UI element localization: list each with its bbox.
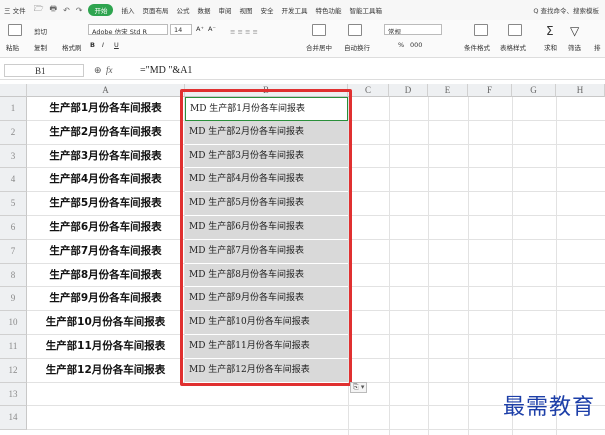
align-icons[interactable]: ≡ ≡ ≡ ≡ (230, 28, 258, 36)
wrap-text-icon[interactable] (348, 24, 362, 36)
row-header-5[interactable]: 5 (0, 192, 27, 216)
column-header-h[interactable]: H (556, 84, 605, 97)
tab-review[interactable]: 审阅 (218, 5, 231, 15)
font-grow-button[interactable]: A⁺ (196, 25, 204, 33)
italic-button[interactable]: I (102, 41, 104, 49)
row-header-6[interactable]: 6 (0, 216, 27, 240)
number-format-select[interactable]: 常规 (384, 24, 442, 35)
cell-a11[interactable]: 生产部11月份各车间报表 (27, 335, 185, 359)
selection-highlight (180, 89, 352, 386)
formula-input[interactable]: ="MD "&A1 (140, 64, 192, 77)
cut-button[interactable]: 剪切 (34, 26, 47, 36)
row-header-14[interactable]: 14 (0, 406, 27, 431)
filter-icon[interactable]: ▽ (570, 24, 579, 38)
column-header-c[interactable]: C (348, 84, 389, 97)
sort-button[interactable]: 排 (594, 42, 601, 52)
cell-a3[interactable]: 生产部3月份各车间报表 (27, 144, 185, 169)
row-header-1[interactable]: 1 (0, 97, 27, 121)
tab-insert[interactable]: 插入 (121, 5, 134, 15)
tab-formulas[interactable]: 公式 (176, 5, 189, 15)
thousands-button[interactable]: 000 (410, 41, 422, 49)
font-size-select[interactable]: 14 (170, 24, 192, 35)
font-shrink-button[interactable]: A⁻ (208, 25, 216, 33)
row-header-7[interactable]: 7 (0, 239, 27, 264)
table-style-icon[interactable] (508, 24, 522, 36)
merge-center-button[interactable]: 合并居中 (306, 42, 332, 52)
cell-a8[interactable]: 生产部8月份各车间报表 (27, 263, 185, 288)
menu-bar: 三 文件 🗁 🖶 ↶ ↷ 开始 插入 页面布局 公式 数据 审阅 视图 安全 开… (0, 0, 605, 20)
paste-button[interactable]: 粘贴 (6, 42, 19, 52)
copy-button[interactable]: 复制 (34, 42, 47, 52)
select-all-corner[interactable] (0, 84, 27, 97)
tab-home[interactable]: 开始 (88, 4, 114, 16)
sum-button[interactable]: 求和 (544, 42, 557, 52)
format-painter-button[interactable]: 格式刷 (62, 42, 82, 52)
cell-a6[interactable]: 生产部6月份各车间报表 (27, 216, 185, 240)
tab-features[interactable]: 特色功能 (315, 5, 341, 15)
name-box[interactable]: B1 (4, 64, 84, 77)
column-header-a[interactable]: A (27, 84, 185, 97)
formula-bar: B1 ⊕ fx ="MD "&A1 (0, 62, 605, 80)
bold-button[interactable]: B (90, 41, 95, 49)
row-header-12[interactable]: 12 (0, 358, 27, 383)
column-header-d[interactable]: D (389, 84, 428, 97)
grid-line (389, 97, 390, 435)
column-header-f[interactable]: F (468, 84, 512, 97)
row-header-10[interactable]: 10 (0, 311, 27, 335)
row-header-3[interactable]: 3 (0, 144, 27, 169)
paste-options-button[interactable]: ⎘ ▾ (350, 382, 368, 393)
grid-line (556, 97, 557, 435)
tab-page-layout[interactable]: 页面布局 (142, 5, 168, 15)
cell-a9[interactable]: 生产部9月份各车间报表 (27, 287, 185, 312)
row-header-13[interactable]: 13 (0, 382, 27, 407)
grid-line (512, 97, 513, 435)
grid-line (468, 97, 469, 435)
grid-line (428, 97, 429, 435)
tab-data[interactable]: 数据 (197, 5, 210, 15)
watermark: 最需教育 (502, 395, 595, 420)
cell-a12[interactable]: 生产部12月份各车间报表 (27, 358, 185, 383)
open-icon[interactable]: 🗁 (34, 3, 44, 17)
underline-button[interactable]: U (114, 41, 119, 49)
ribbon: 粘贴 剪切 复制 格式刷 Adobe 仿宋 Std R 14 A⁺ A⁻ B I… (0, 20, 605, 58)
row-header-2[interactable]: 2 (0, 120, 27, 145)
filter-button[interactable]: 筛选 (568, 42, 581, 52)
row-header-11[interactable]: 11 (0, 335, 27, 359)
row-header-9[interactable]: 9 (0, 287, 27, 312)
command-search[interactable]: Q 查找命令、搜索模板 (533, 5, 599, 15)
row-header-4[interactable]: 4 (0, 168, 27, 193)
cell-a4[interactable]: 生产部4月份各车间报表 (27, 168, 185, 193)
redo-icon[interactable]: ↷ (76, 6, 83, 15)
cell-a10[interactable]: 生产部10月份各车间报表 (27, 311, 185, 335)
merge-center-icon[interactable] (312, 24, 326, 36)
cell-a2[interactable]: 生产部2月份各车间报表 (27, 120, 185, 145)
fx-button[interactable]: fx (106, 65, 113, 75)
cond-format-icon[interactable] (474, 24, 488, 36)
file-menu[interactable]: 三 文件 (4, 5, 26, 15)
spreadsheet-grid[interactable]: A B C D E F G H 1 生产部1月份各车间报表 MD 生产部1月份各车间报表 2 生产部2月… (0, 84, 605, 435)
column-header-g[interactable]: G (512, 84, 556, 97)
percent-button[interactable]: % (398, 41, 404, 49)
tab-view[interactable]: 视图 (239, 5, 252, 15)
tab-developer[interactable]: 开发工具 (281, 5, 307, 15)
column-header-e[interactable]: E (428, 84, 468, 97)
tab-smart-tools[interactable]: 智能工具箱 (349, 5, 382, 15)
row-header-8[interactable]: 8 (0, 263, 27, 288)
font-name-select[interactable]: Adobe 仿宋 Std R (88, 24, 168, 35)
cell-a7[interactable]: 生产部7月份各车间报表 (27, 239, 185, 264)
cell-a5[interactable]: 生产部5月份各车间报表 (27, 192, 185, 216)
print-icon[interactable]: 🖶 (50, 3, 58, 17)
grid-line (27, 429, 605, 431)
paste-icon[interactable] (8, 24, 22, 36)
cell-a1[interactable]: 生产部1月份各车间报表 (27, 97, 185, 121)
undo-icon[interactable]: ↶ (63, 6, 70, 15)
sum-icon[interactable]: Σ (546, 24, 554, 38)
cond-format-button[interactable]: 条件格式 (464, 42, 490, 52)
table-style-button[interactable]: 表格样式 (500, 42, 526, 52)
wrap-text-button[interactable]: 自动换行 (344, 42, 370, 52)
tab-security[interactable]: 安全 (260, 5, 273, 15)
zoom-icon[interactable]: ⊕ (94, 65, 102, 76)
